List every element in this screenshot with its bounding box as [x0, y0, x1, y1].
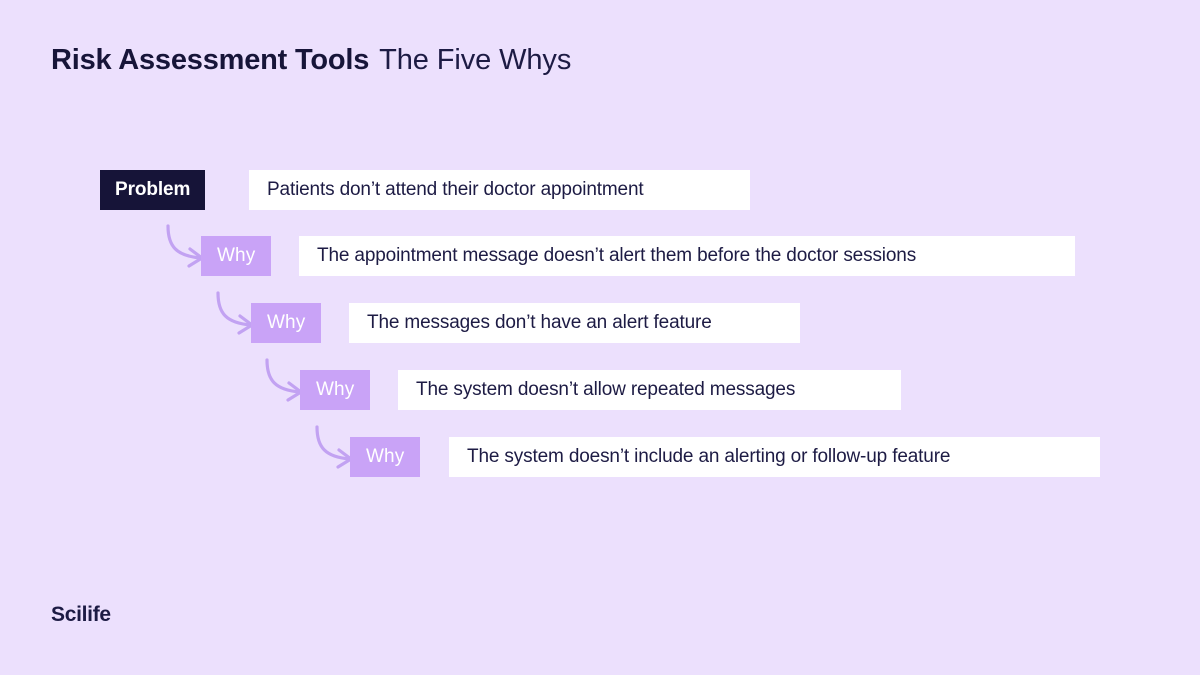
- slide-canvas: Risk Assessment Tools The Five Whys Probl…: [0, 0, 1200, 675]
- problem-tag: Problem: [100, 170, 206, 210]
- statement-row: Patients don’t attend their doctor appoi…: [249, 170, 750, 210]
- statement-row: The messages don’t have an alert feature: [349, 303, 800, 343]
- why-tag: Why: [300, 370, 371, 410]
- scilife-logo: Scilife: [51, 603, 111, 626]
- cascade-row: Why: [300, 370, 371, 410]
- statement-box: The appointment message doesn’t alert th…: [299, 236, 1075, 276]
- why-tag: Why: [251, 303, 322, 343]
- statement-box: The messages don’t have an alert feature: [349, 303, 800, 343]
- cascade-row: Why: [251, 303, 322, 343]
- statement-row: The appointment message doesn’t alert th…: [299, 236, 1075, 276]
- statement-box: Patients don’t attend their doctor appoi…: [249, 170, 750, 210]
- cascade-row: Problem: [100, 170, 206, 210]
- why-tag: Why: [350, 437, 421, 477]
- five-whys-cascade: Problem Patients don’t attend their docto…: [0, 0, 1200, 675]
- statement-box: The system doesn’t include an alerting o…: [449, 437, 1100, 477]
- cascade-row: Why: [350, 437, 421, 477]
- statement-row: The system doesn’t allow repeated messag…: [398, 370, 901, 410]
- statement-box: The system doesn’t allow repeated messag…: [398, 370, 901, 410]
- cascade-row: Why: [201, 236, 272, 276]
- why-tag: Why: [201, 236, 272, 276]
- statement-row: The system doesn’t include an alerting o…: [449, 437, 1100, 477]
